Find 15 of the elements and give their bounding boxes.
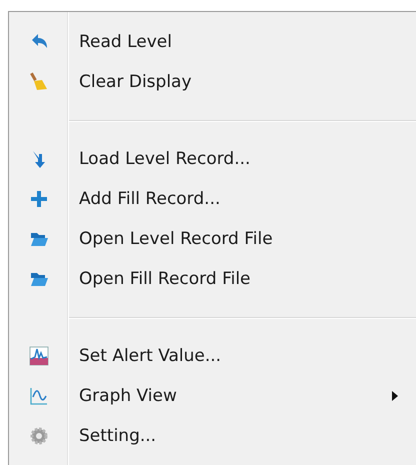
broom-icon: [29, 72, 49, 92]
menu-item[interactable]: Graph View: [79, 386, 177, 406]
menu-item[interactable]: Open Level Record File: [79, 229, 273, 249]
menu-item[interactable]: Read Level: [79, 32, 172, 52]
plus-icon: [29, 189, 49, 209]
submenu-arrow-icon: [392, 391, 398, 401]
menu-item[interactable]: Open Fill Record File: [79, 269, 251, 289]
menu-item[interactable]: Load Level Record...: [79, 149, 250, 169]
chart-icon: [29, 346, 49, 366]
line-graph-icon: [29, 386, 49, 406]
gear-icon: [29, 426, 49, 446]
menu-item[interactable]: Set Alert Value...: [79, 346, 222, 366]
menu-item[interactable]: Clear Display: [79, 72, 192, 92]
menu-item[interactable]: Add Fill Record...: [79, 189, 220, 209]
menu-item[interactable]: Setting...: [79, 426, 156, 446]
